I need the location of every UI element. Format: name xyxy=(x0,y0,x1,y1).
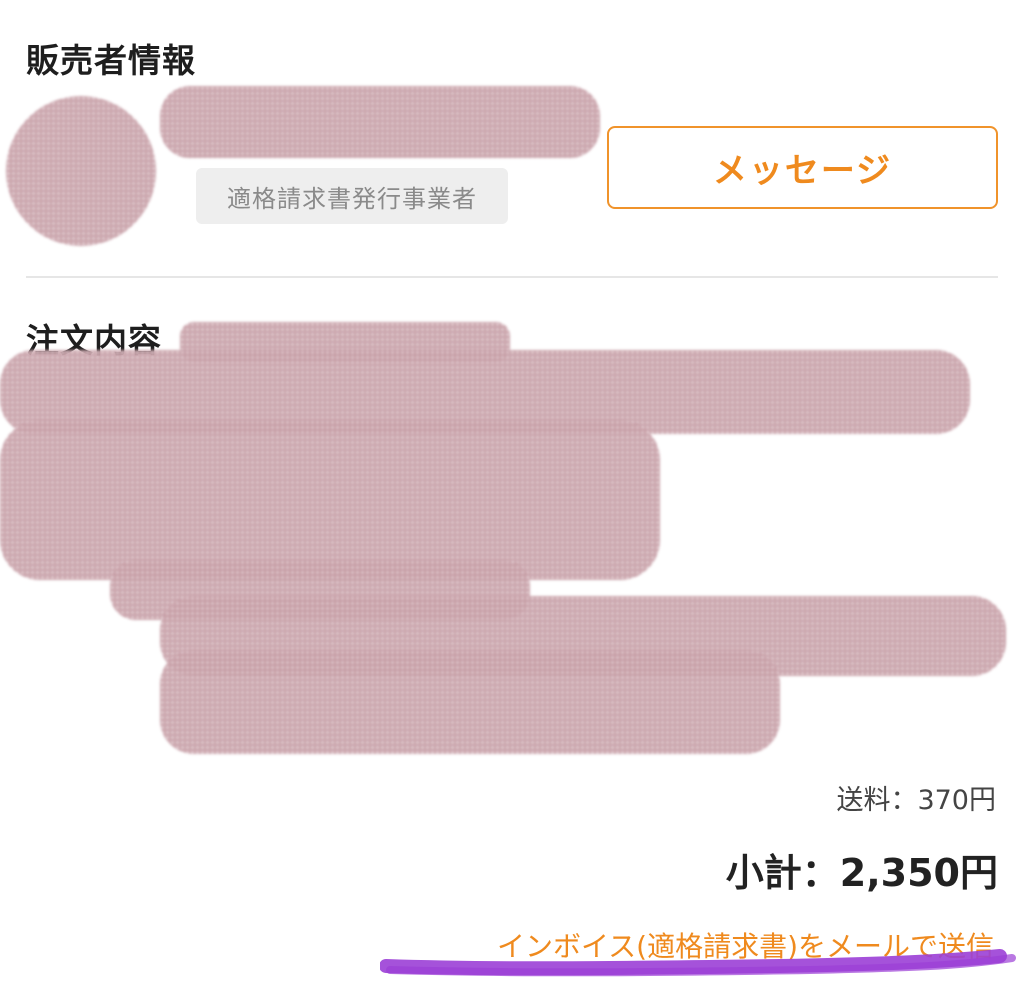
order-detail-page: 販売者情報 適格請求書発行事業者 メッセージ 注文内容 送料：370円 小計：2… xyxy=(0,0,1024,1007)
handwritten-underline-annotation xyxy=(380,949,1016,977)
qualified-invoice-issuer-badge: 適格請求書発行事業者 xyxy=(196,168,508,224)
message-button[interactable]: メッセージ xyxy=(607,126,998,209)
subtotal: 小計：2,350円 xyxy=(725,851,998,895)
section-divider xyxy=(26,276,998,278)
seller-info-title: 販売者情報 xyxy=(26,41,196,80)
redacted-order-line-3 xyxy=(0,420,660,580)
redacted-order-line-6 xyxy=(160,650,780,754)
redacted-avatar xyxy=(6,96,156,246)
redacted-seller-name xyxy=(160,86,600,158)
shipping-fee: 送料：370円 xyxy=(836,785,996,816)
